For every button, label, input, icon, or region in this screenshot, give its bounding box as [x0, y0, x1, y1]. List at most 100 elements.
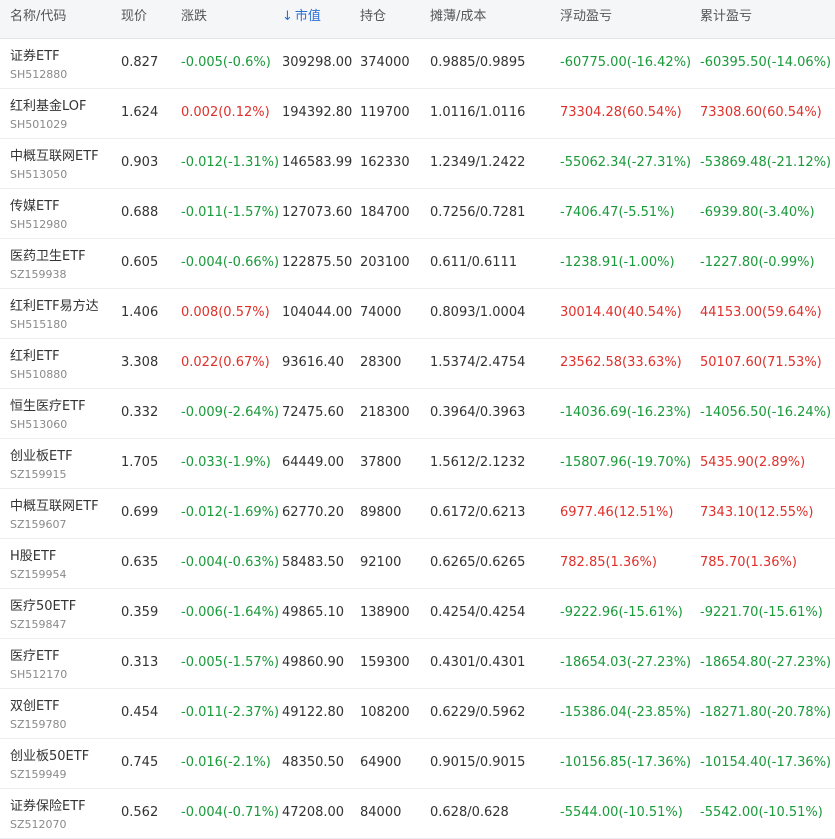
cost-cell: 0.611/0.6111	[430, 255, 518, 270]
market-value-cell: 146583.99	[282, 155, 353, 170]
market-value-cell: 309298.00	[282, 55, 353, 70]
float-pnl-cell: -15807.96(-19.70%)	[560, 455, 692, 470]
fund-code: SZ159954	[10, 568, 67, 581]
float-pnl-cell: 6977.46(12.51%)	[560, 505, 674, 520]
position-cell: 84000	[360, 805, 402, 820]
name-code-cell: 证券ETF SH512880	[10, 39, 115, 88]
float-pnl-cell: -5544.00(-10.51%)	[560, 805, 683, 820]
price-cell: 0.903	[121, 155, 159, 170]
header-cost[interactable]: 摊薄/成本	[430, 0, 555, 38]
price-cell: 0.827	[121, 55, 159, 70]
total-pnl-cell: 50107.60(71.53%)	[700, 355, 822, 370]
total-pnl-cell: -18654.80(-27.23%)	[700, 655, 832, 670]
fund-code: SH510880	[10, 368, 68, 381]
fund-name: 红利ETF	[10, 349, 60, 364]
header-market-value[interactable]: ↓ 市值	[282, 0, 354, 38]
cost-cell: 0.4254/0.4254	[430, 605, 526, 620]
float-pnl-cell: -55062.34(-27.31%)	[560, 155, 692, 170]
header-position[interactable]: 持仓	[360, 0, 425, 38]
market-value-cell: 127073.60	[282, 205, 353, 220]
total-pnl-cell: -18271.80(-20.78%)	[700, 705, 832, 720]
fund-name: 创业板ETF	[10, 449, 73, 464]
float-pnl-cell: 782.85(1.36%)	[560, 555, 657, 570]
fund-name: 医药卫生ETF	[10, 249, 86, 264]
total-pnl-cell: -14056.50(-16.24%)	[700, 405, 832, 420]
table-row[interactable]: 中概互联网ETF SH513050 0.903 -0.012(-1.31%) 1…	[0, 139, 835, 189]
float-pnl-cell: -9222.96(-15.61%)	[560, 605, 683, 620]
fund-name: 证券保险ETF	[10, 799, 86, 814]
position-cell: 374000	[360, 55, 410, 70]
table-row[interactable]: 红利基金LOF SH501029 1.624 0.002(0.12%) 1943…	[0, 89, 835, 139]
float-pnl-cell: -10156.85(-17.36%)	[560, 755, 692, 770]
total-pnl-cell: 5435.90(2.89%)	[700, 455, 806, 470]
name-code-cell: 红利ETF易方达 SH515180	[10, 289, 115, 338]
header-float-pnl[interactable]: 浮动盈亏	[560, 0, 695, 38]
table-row[interactable]: H股ETF SZ159954 0.635 -0.004(-0.63%) 5848…	[0, 539, 835, 589]
fund-name: 中概互联网ETF	[10, 149, 99, 164]
fund-name: 证券ETF	[10, 49, 60, 64]
change-cell: -0.005(-1.57%)	[181, 655, 280, 670]
table-row[interactable]: 创业板50ETF SZ159949 0.745 -0.016(-2.1%) 48…	[0, 739, 835, 789]
market-value-cell: 58483.50	[282, 555, 345, 570]
position-cell: 184700	[360, 205, 410, 220]
cost-cell: 1.2349/1.2422	[430, 155, 526, 170]
position-cell: 108200	[360, 705, 410, 720]
cost-cell: 1.5612/2.1232	[430, 455, 526, 470]
price-cell: 0.454	[121, 705, 159, 720]
change-cell: -0.004(-0.66%)	[181, 255, 280, 270]
fund-code: SH513050	[10, 168, 68, 181]
price-cell: 0.562	[121, 805, 159, 820]
fund-code: SZ159915	[10, 468, 67, 481]
table-row[interactable]: 传媒ETF SH512980 0.688 -0.011(-1.57%) 1270…	[0, 189, 835, 239]
fund-code: SH513060	[10, 418, 68, 431]
market-value-cell: 104044.00	[282, 305, 353, 320]
total-pnl-cell: 73308.60(60.54%)	[700, 105, 822, 120]
market-value-cell: 62770.20	[282, 505, 345, 520]
total-pnl-cell: -10154.40(-17.36%)	[700, 755, 832, 770]
name-code-cell: 医药卫生ETF SZ159938	[10, 239, 115, 288]
position-cell: 89800	[360, 505, 402, 520]
price-cell: 3.308	[121, 355, 159, 370]
cost-cell: 0.628/0.628	[430, 805, 509, 820]
market-value-cell: 122875.50	[282, 255, 353, 270]
fund-code: SH512880	[10, 68, 68, 81]
total-pnl-cell: 7343.10(12.55%)	[700, 505, 814, 520]
cost-cell: 0.6172/0.6213	[430, 505, 526, 520]
position-cell: 28300	[360, 355, 402, 370]
table-row[interactable]: 双创ETF SZ159780 0.454 -0.011(-2.37%) 4912…	[0, 689, 835, 739]
table-row[interactable]: 医疗ETF SH512170 0.313 -0.005(-1.57%) 4986…	[0, 639, 835, 689]
position-cell: 159300	[360, 655, 410, 670]
table-row[interactable]: 中概互联网ETF SZ159607 0.699 -0.012(-1.69%) 6…	[0, 489, 835, 539]
name-code-cell: 创业板50ETF SZ159949	[10, 739, 115, 788]
header-total-pnl[interactable]: 累计盈亏	[700, 0, 830, 38]
table-row[interactable]: 红利ETF SH510880 3.308 0.022(0.67%) 93616.…	[0, 339, 835, 389]
position-cell: 218300	[360, 405, 410, 420]
fund-code: SZ159949	[10, 768, 67, 781]
header-change[interactable]: 涨跌	[181, 0, 281, 38]
fund-name: 中概互联网ETF	[10, 499, 99, 514]
table-row[interactable]: 恒生医疗ETF SH513060 0.332 -0.009(-2.64%) 72…	[0, 389, 835, 439]
table-body: 证券ETF SH512880 0.827 -0.005(-0.6%) 30929…	[0, 39, 835, 839]
table-row[interactable]: 证券ETF SH512880 0.827 -0.005(-0.6%) 30929…	[0, 39, 835, 89]
fund-code: SZ512070	[10, 818, 67, 831]
header-market-value-label: 市值	[294, 9, 321, 24]
fund-code: SZ159780	[10, 718, 67, 731]
table-row[interactable]: 证券保险ETF SZ512070 0.562 -0.004(-0.71%) 47…	[0, 789, 835, 839]
change-cell: -0.004(-0.71%)	[181, 805, 280, 820]
header-price[interactable]: 现价	[121, 0, 176, 38]
total-pnl-cell: -6939.80(-3.40%)	[700, 205, 815, 220]
table-row[interactable]: 医疗50ETF SZ159847 0.359 -0.006(-1.64%) 49…	[0, 589, 835, 639]
float-pnl-cell: 23562.58(33.63%)	[560, 355, 682, 370]
name-code-cell: 医疗ETF SH512170	[10, 639, 115, 688]
table-row[interactable]: 创业板ETF SZ159915 1.705 -0.033(-1.9%) 6444…	[0, 439, 835, 489]
market-value-cell: 93616.40	[282, 355, 345, 370]
name-code-cell: 红利ETF SH510880	[10, 339, 115, 388]
fund-name: 双创ETF	[10, 699, 60, 714]
name-code-cell: 中概互联网ETF SH513050	[10, 139, 115, 188]
market-value-cell: 64449.00	[282, 455, 345, 470]
table-row[interactable]: 红利ETF易方达 SH515180 1.406 0.008(0.57%) 104…	[0, 289, 835, 339]
cost-cell: 0.8093/1.0004	[430, 305, 526, 320]
float-pnl-cell: -1238.91(-1.00%)	[560, 255, 675, 270]
header-name-code[interactable]: 名称/代码	[10, 0, 115, 38]
table-row[interactable]: 医药卫生ETF SZ159938 0.605 -0.004(-0.66%) 12…	[0, 239, 835, 289]
